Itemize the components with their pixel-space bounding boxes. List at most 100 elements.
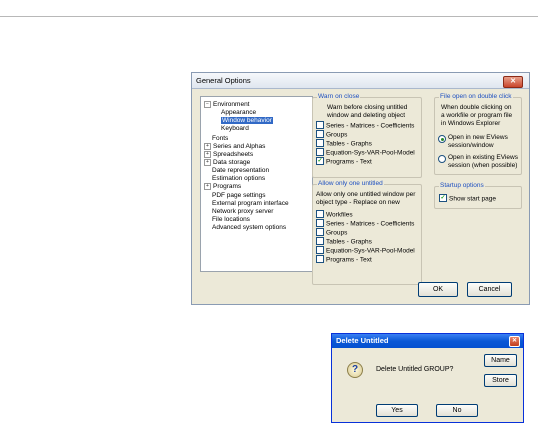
- allow-desc-line2: object type - Replace on new: [316, 199, 400, 206]
- checkbox-icon[interactable]: [316, 255, 324, 263]
- delete-untitled-dialog: Delete Untitled ✕ ? Delete Untitled GROU…: [331, 333, 524, 423]
- tree-item-window-behavior[interactable]: Window behavior: [221, 117, 273, 125]
- open-existing-session-radio[interactable]: Open in existing EViews session (when po…: [438, 154, 522, 170]
- allow-tables-checkbox[interactable]: Tables - Graphs: [316, 237, 372, 247]
- tree-item-label: Programs: [213, 183, 242, 191]
- file-open-desc-line1: When double clicking on: [441, 104, 512, 111]
- warn-desc-line2: window and deleting object: [327, 112, 406, 119]
- startup-options-group: Startup options ✓ Show start page: [434, 182, 522, 209]
- delete-message: Delete Untitled GROUP?: [376, 366, 454, 373]
- warn-tables-checkbox[interactable]: Tables - Graphs: [316, 139, 372, 149]
- checkbox-icon[interactable]: [316, 228, 324, 236]
- checkbox-icon[interactable]: [316, 246, 324, 254]
- allow-programs-checkbox[interactable]: Programs - Text: [316, 255, 372, 265]
- tree-item-label: Window behavior: [221, 117, 273, 124]
- group-legend: Allow only one untitled: [317, 180, 384, 188]
- checkbox-label: Groups: [326, 131, 348, 139]
- warn-series-checkbox[interactable]: Series - Matrices - Coefficients: [316, 121, 415, 131]
- collapse-icon[interactable]: −: [204, 101, 211, 108]
- checkbox-label: Equation-Sys-VAR-Pool-Model: [326, 149, 415, 157]
- tree-item-file-locations[interactable]: File locations: [212, 216, 250, 224]
- tree-item-advanced-system-options[interactable]: Advanced system options: [212, 224, 286, 232]
- radio-label: session/window: [448, 142, 494, 149]
- store-button[interactable]: Store: [484, 374, 517, 387]
- radio-label: Open in existing EViews: [448, 154, 518, 161]
- file-open-desc-line2: a workfile or program file: [441, 112, 513, 119]
- checkmark-icon[interactable]: ✓: [439, 194, 447, 202]
- tree-item-keyboard[interactable]: Keyboard: [221, 125, 249, 133]
- checkbox-label: Tables - Graphs: [326, 238, 372, 246]
- checkbox-icon[interactable]: [316, 148, 324, 156]
- group-legend: File open on double click: [439, 93, 513, 101]
- ok-button[interactable]: OK: [418, 282, 458, 297]
- options-tree[interactable]: − Environment Appearance Window behavior …: [200, 96, 313, 272]
- tree-item-network-proxy-server[interactable]: Network proxy server: [212, 208, 273, 216]
- allow-desc-line1: Allow only one untitled window per: [316, 191, 416, 198]
- allow-series-checkbox[interactable]: Series - Matrices - Coefficients: [316, 219, 415, 229]
- no-button[interactable]: No: [436, 404, 478, 417]
- title-bar[interactable]: Delete Untitled ✕: [332, 334, 523, 348]
- checkbox-icon[interactable]: [316, 219, 324, 227]
- expand-icon[interactable]: +: [204, 143, 211, 150]
- allow-one-untitled-group: Allow only one untitled Allow only one u…: [312, 180, 422, 285]
- show-start-page-checkbox[interactable]: ✓ Show start page: [439, 194, 496, 204]
- radio-label: session (when possible): [448, 162, 518, 169]
- yes-button[interactable]: Yes: [376, 404, 418, 417]
- allow-equation-checkbox[interactable]: Equation-Sys-VAR-Pool-Model: [316, 246, 415, 256]
- dialog-title: Delete Untitled: [336, 336, 389, 345]
- tree-item-fonts[interactable]: Fonts: [212, 135, 228, 143]
- expand-icon[interactable]: +: [204, 183, 211, 190]
- checkbox-icon[interactable]: [316, 121, 324, 129]
- dialog-title: General Options: [196, 76, 251, 85]
- file-open-group: File open on double click When double cl…: [434, 93, 522, 175]
- file-open-desc-line3: in Windows Explorer: [441, 120, 501, 127]
- name-button[interactable]: Name: [484, 354, 517, 367]
- warn-programs-checkbox[interactable]: ✓ Programs - Text: [316, 157, 372, 167]
- expand-icon[interactable]: +: [204, 159, 211, 166]
- group-legend: Startup options: [439, 182, 485, 190]
- tree-item-pdf-page-settings[interactable]: PDF page settings: [212, 192, 265, 200]
- tree-item-label: Environment: [213, 101, 250, 109]
- tree-item-external-program-interface[interactable]: External program interface: [212, 200, 289, 208]
- group-legend: Warn on close: [317, 93, 361, 101]
- tree-item-appearance[interactable]: Appearance: [221, 109, 256, 117]
- checkbox-icon[interactable]: [316, 130, 324, 138]
- checkbox-label: Programs - Text: [326, 256, 372, 264]
- checkbox-label: Series - Matrices - Coefficients: [326, 220, 415, 228]
- tree-item-estimation-options[interactable]: Estimation options: [212, 175, 265, 183]
- checkbox-icon[interactable]: [316, 210, 324, 218]
- close-icon[interactable]: ✕: [509, 336, 520, 347]
- tree-item-label: Series and Alphas: [213, 143, 266, 151]
- checkbox-icon[interactable]: [316, 139, 324, 147]
- checkbox-label: Show start page: [449, 195, 496, 203]
- checkbox-label: Groups: [326, 229, 348, 237]
- expand-icon[interactable]: +: [204, 151, 211, 158]
- cancel-button[interactable]: Cancel: [467, 282, 512, 297]
- top-divider-line: [0, 16, 538, 17]
- warn-equation-checkbox[interactable]: Equation-Sys-VAR-Pool-Model: [316, 148, 415, 158]
- close-icon[interactable]: ✕: [503, 76, 523, 88]
- checkbox-label: Tables - Graphs: [326, 140, 372, 148]
- radio-icon[interactable]: [438, 155, 446, 163]
- general-options-dialog: General Options ✕ − Environment Appearanc…: [191, 72, 530, 305]
- title-bar[interactable]: General Options ✕: [192, 73, 529, 89]
- radio-selected-icon[interactable]: [438, 135, 446, 143]
- question-icon: ?: [347, 362, 363, 378]
- checkbox-label: Equation-Sys-VAR-Pool-Model: [326, 247, 415, 255]
- tree-item-date-representation[interactable]: Date representation: [212, 167, 269, 175]
- tree-item-data-storage[interactable]: + Data storage: [204, 159, 250, 167]
- tree-item-label: Spreadsheets: [213, 151, 254, 159]
- checkbox-icon[interactable]: [316, 237, 324, 245]
- open-new-session-radio[interactable]: Open in new EViews session/window: [438, 134, 522, 150]
- checkbox-label: Series - Matrices - Coefficients: [326, 122, 415, 130]
- checkbox-label: Workfiles: [326, 211, 353, 219]
- tree-item-environment[interactable]: − Environment: [204, 101, 250, 109]
- warn-on-close-group: Warn on close Warn before closing untitl…: [312, 93, 422, 178]
- warn-desc-line1: Warn before closing untitled: [327, 104, 408, 111]
- checkbox-label: Programs - Text: [326, 158, 372, 166]
- tree-item-series-and-alphas[interactable]: + Series and Alphas: [204, 143, 265, 151]
- radio-label: Open in new EViews: [448, 134, 508, 141]
- tree-item-spreadsheets[interactable]: + Spreadsheets: [204, 151, 253, 159]
- tree-item-programs[interactable]: + Programs: [204, 183, 241, 191]
- checkmark-icon[interactable]: ✓: [316, 157, 324, 165]
